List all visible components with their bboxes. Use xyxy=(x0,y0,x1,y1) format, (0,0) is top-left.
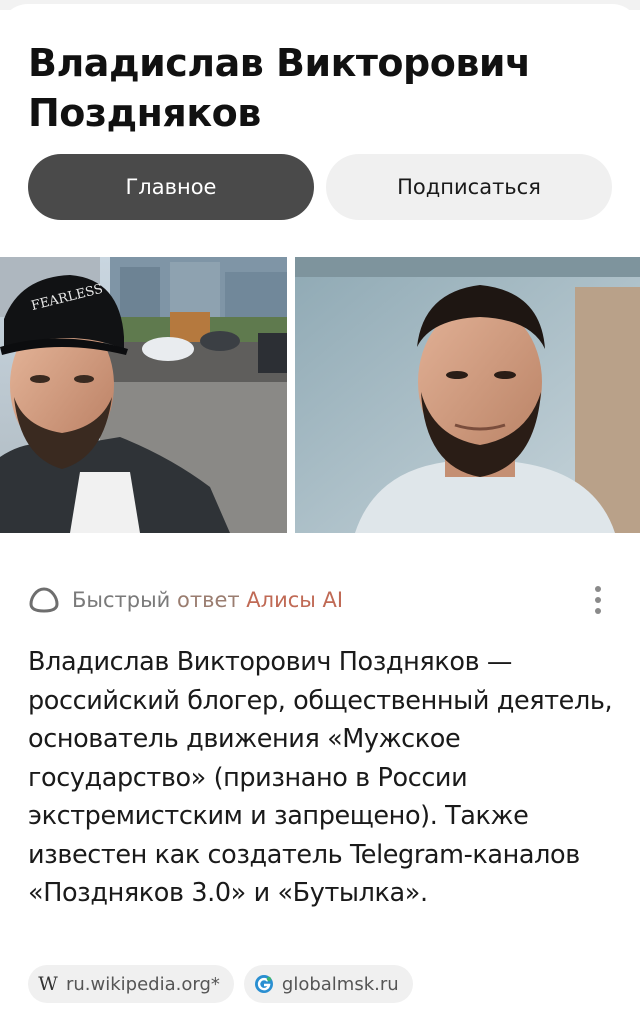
source-label-globalmsk: globalmsk.ru xyxy=(281,973,399,995)
photo-2[interactable] xyxy=(295,257,640,533)
globalmsk-icon xyxy=(254,974,274,994)
card-top xyxy=(0,4,640,34)
source-chip-globalmsk[interactable]: globalmsk.ru xyxy=(243,965,413,1003)
alice-label-part3: Алисы AI xyxy=(246,588,344,612)
alice-label-part1: Быстрый xyxy=(72,588,177,612)
photo-2-image xyxy=(295,257,640,533)
source-chips: W ru.wikipedia.org* globalmsk.ru xyxy=(28,965,413,1003)
page-title: Владислав Викторович Поздняков xyxy=(28,41,531,135)
alice-answer-text: Владислав Викторович Поздняков — российс… xyxy=(28,647,613,908)
alice-label-part2: ответ xyxy=(177,588,247,612)
source-chip-wikipedia[interactable]: W ru.wikipedia.org* xyxy=(28,965,234,1003)
source-label-wikipedia: ru.wikipedia.org* xyxy=(66,973,220,995)
wikipedia-glyph: W xyxy=(38,973,58,995)
alice-label: Быстрый ответ Алисы AI xyxy=(72,586,343,614)
photo-1-image: FEARLESS xyxy=(0,257,287,533)
search-result-page: Владислав Викторович Поздняков Главное П… xyxy=(0,0,640,1017)
wikipedia-icon: W xyxy=(38,973,58,995)
photo-gallery: FEARLESS xyxy=(0,257,640,533)
alice-answer-header: Быстрый ответ Алисы AI xyxy=(28,580,612,620)
alice-ring-icon xyxy=(29,587,59,613)
photo-1[interactable]: FEARLESS xyxy=(0,257,287,533)
tab-main[interactable]: Главное xyxy=(28,154,314,220)
tab-bar: Главное Подписаться xyxy=(28,154,612,220)
more-vertical-icon[interactable] xyxy=(590,584,606,616)
tab-subscribe[interactable]: Подписаться xyxy=(326,154,612,220)
